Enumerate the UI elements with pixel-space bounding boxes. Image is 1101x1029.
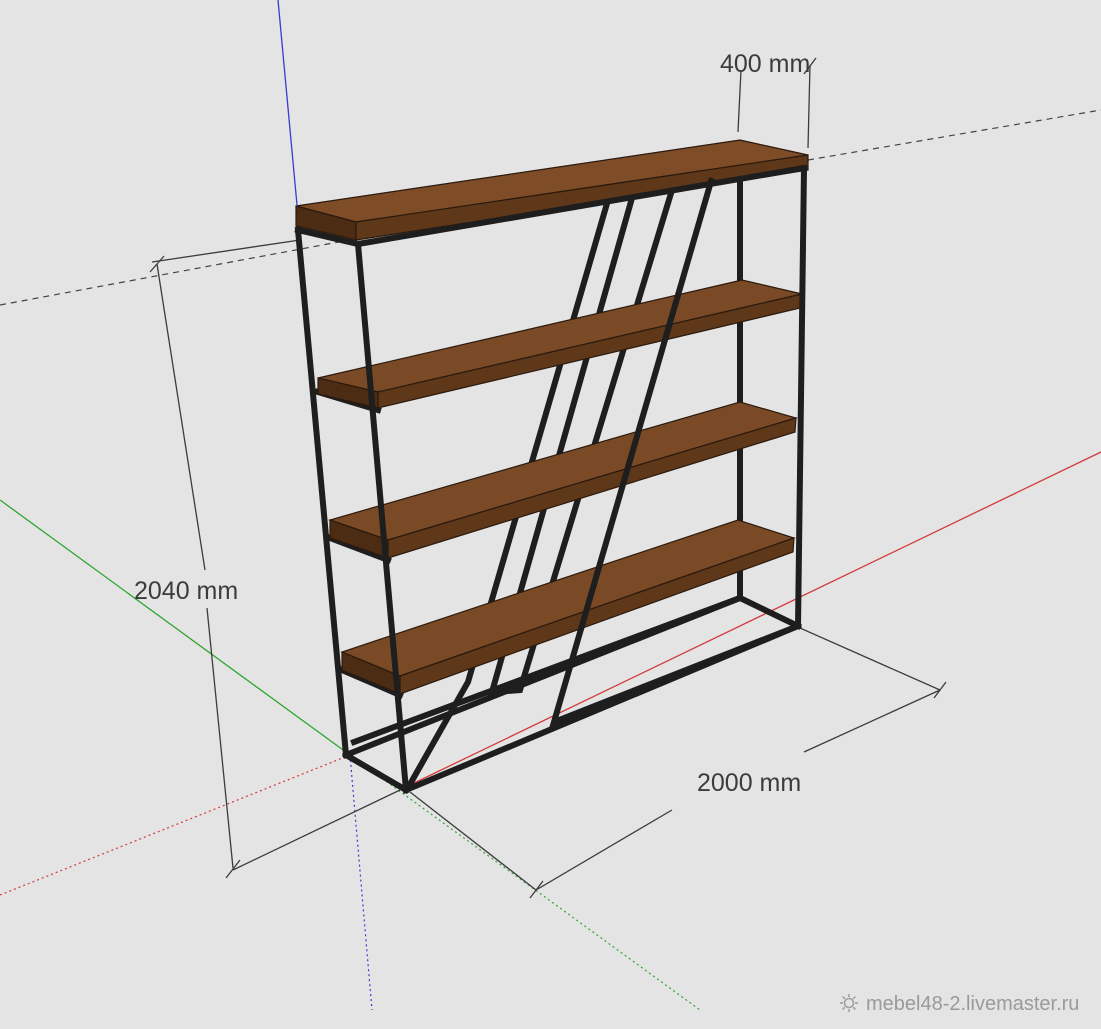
axis-green-solid <box>0 499 351 756</box>
sketchup-viewport[interactable]: 400 mm 2040 mm 2000 mm mebel48-2.livemas… <box>0 0 1101 1024</box>
height-dim-line <box>156 263 206 571</box>
width-dim-line-upper <box>803 689 941 753</box>
shelf-2-top <box>328 401 799 541</box>
height-dim-tick-top <box>149 255 165 273</box>
width-extension-front <box>409 791 537 891</box>
model-canvas: 400 mm 2040 mm 2000 mm mebel48-2.livemas… <box>0 0 1101 1015</box>
guide-line-right <box>807 109 1101 161</box>
depth-dimension-label: 400 mm <box>720 50 810 78</box>
front-right-upright <box>794 164 808 630</box>
watermark: mebel48-2.livemaster.ru <box>840 993 1079 1015</box>
depth-extension-left <box>737 69 742 133</box>
height-dim-line-lower <box>206 607 234 869</box>
bottom-side-rail-left <box>341 750 411 795</box>
width-dim-tick-back <box>933 681 947 699</box>
axis-green-dotted <box>349 754 701 1011</box>
width-dimension-label: 2000 mm <box>697 769 801 797</box>
height-extension-top <box>151 239 301 263</box>
watermark-text: mebel48-2.livemaster.ru <box>866 993 1079 1015</box>
axis-blue-dotted <box>349 754 373 1011</box>
watermark-gear-icon <box>840 994 858 1012</box>
axis-blue-solid <box>277 0 298 206</box>
axis-red-dotted <box>0 754 351 896</box>
width-dim-line-lower <box>535 809 673 891</box>
width-extension-back <box>799 627 941 691</box>
height-extension-bottom <box>232 789 401 871</box>
height-dimension-label: 2040 mm <box>134 577 238 605</box>
width-dim-tick-front <box>529 880 544 899</box>
back-left-upright <box>294 226 350 759</box>
